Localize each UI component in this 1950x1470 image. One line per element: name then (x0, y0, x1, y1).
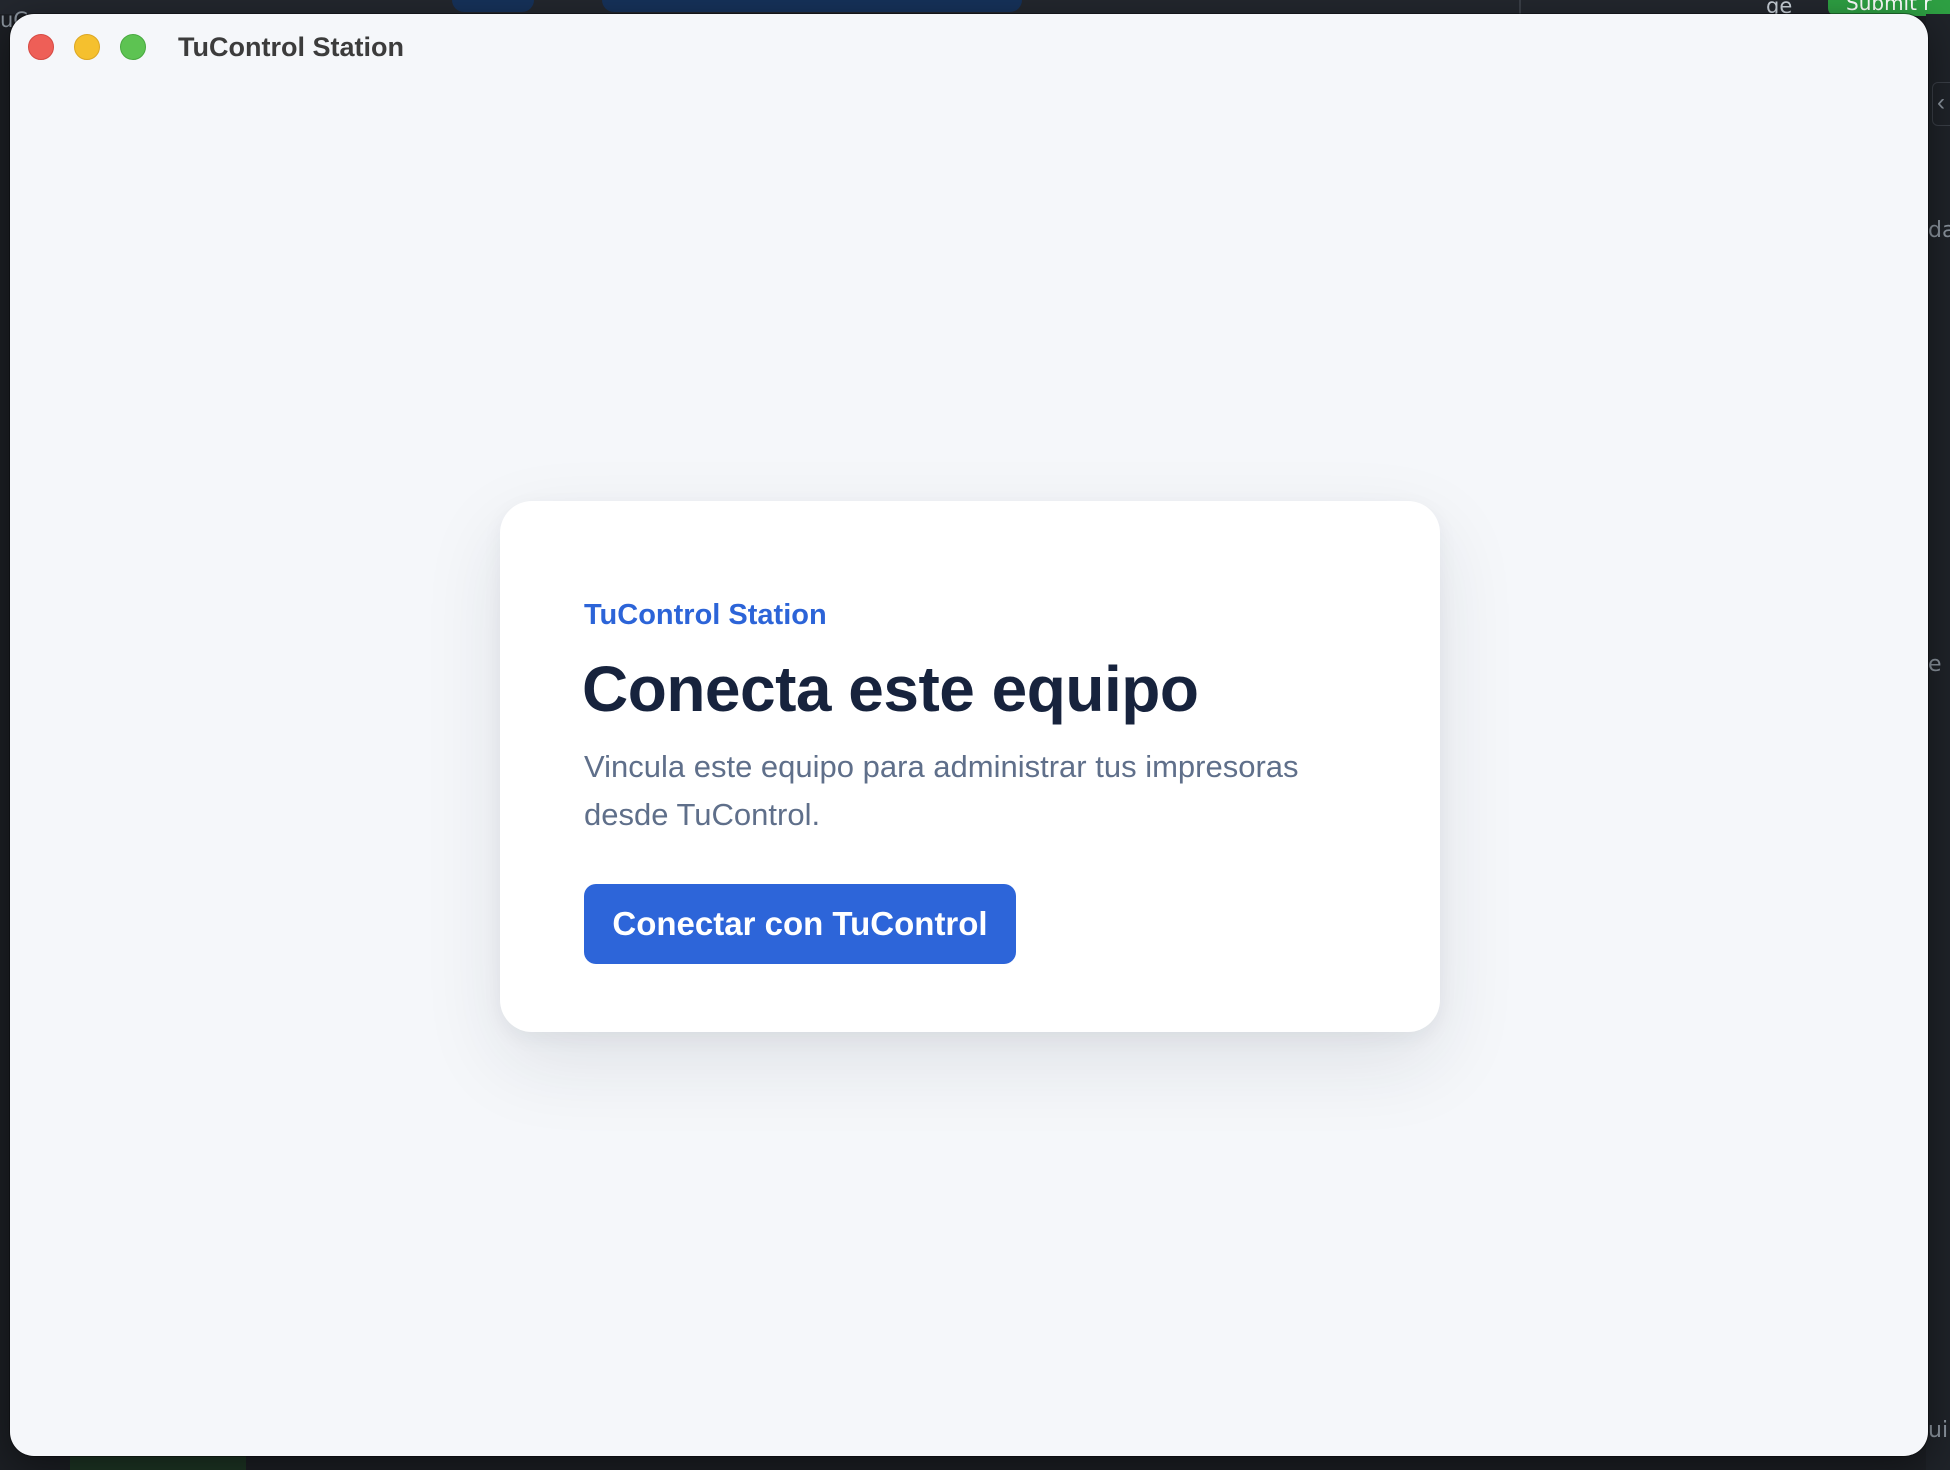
background-divider (1519, 0, 1521, 14)
app-window: TuControl Station TuControl Station Cone… (10, 14, 1928, 1456)
connect-button[interactable]: Conectar con TuControl (584, 884, 1016, 964)
card-description: Vincula este equipo para administrar tus… (584, 749, 1299, 832)
background-tab (452, 0, 534, 12)
minimize-window-button[interactable] (74, 34, 100, 60)
maximize-window-button[interactable] (120, 34, 146, 60)
background-text: da (1928, 218, 1950, 243)
card-eyebrow: TuControl Station (584, 599, 827, 631)
chevron-left-icon[interactable]: ‹ (1932, 82, 1950, 126)
connect-card: TuControl Station Conecta este equipo Vi… (500, 501, 1440, 1032)
window-titlebar[interactable]: TuControl Station (10, 14, 1928, 78)
background-tab (70, 1456, 246, 1470)
card-title: Conecta este equipo (582, 653, 1199, 725)
background-tab (602, 0, 1022, 12)
window-title: TuControl Station (178, 32, 404, 62)
background-text: ....... (290, 1462, 342, 1470)
background-text: ui (1928, 1418, 1949, 1443)
close-window-button[interactable] (28, 34, 54, 60)
background-text: e (1928, 652, 1942, 677)
